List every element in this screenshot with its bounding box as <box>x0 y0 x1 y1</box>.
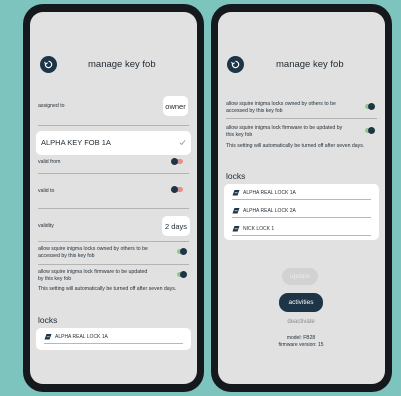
option-firmware-label: allow squire inigma lock firmware to be … <box>226 125 343 138</box>
key-icon <box>232 190 240 196</box>
back-button[interactable] <box>227 56 244 73</box>
phone-right: manage key fob allow squire inigma locks… <box>211 4 392 392</box>
lock-name: ALPHA REAL LOCK 1A <box>55 333 108 340</box>
option-accessed-label: allow squire inigma locks owned by other… <box>226 101 336 114</box>
lock-item[interactable]: ALPHA REAL LOCK 1A <box>44 330 183 343</box>
assigned-value-button[interactable]: owner <box>163 96 188 116</box>
model-text: model: FB28 <box>286 335 316 341</box>
key-icon <box>232 208 240 214</box>
lock-item[interactable]: NICK LOCK 1 <box>232 222 371 235</box>
deactivate-link[interactable]: deactivate <box>276 319 326 325</box>
option-firmware-toggle[interactable] <box>363 127 375 134</box>
phone-left: manage key fob assigned to owner ALPHA K… <box>23 4 204 392</box>
activities-button[interactable]: activities <box>279 293 323 312</box>
checkmark-icon <box>179 140 186 146</box>
lock-name: ALPHA REAL LOCK 2A <box>243 207 296 214</box>
option-firmware-label: allow squire inigma lock firmware to be … <box>38 269 148 282</box>
locks-list: ALPHA REAL LOCK 1A <box>36 328 191 350</box>
option-accessed-toggle[interactable] <box>175 248 187 255</box>
valid-from-label: valid from <box>38 159 61 165</box>
divider <box>226 118 377 119</box>
page-title: manage key fob <box>276 59 344 70</box>
firmware-text: firmware version: 15 <box>278 342 324 348</box>
lock-name: ALPHA REAL LOCK 1A <box>243 189 296 196</box>
lock-item[interactable]: ALPHA REAL LOCK 1A <box>232 186 371 199</box>
locks-list: ALPHA REAL LOCK 1A ALPHA REAL LOCK 2A NI… <box>224 184 379 240</box>
lock-item[interactable]: ALPHA REAL LOCK 2A <box>232 204 371 217</box>
divider <box>232 235 371 236</box>
key-icon <box>44 334 52 340</box>
auto-off-note: This setting will automatically be turne… <box>226 143 365 149</box>
back-button[interactable] <box>40 56 57 73</box>
validity-value-button[interactable]: 2 days <box>162 216 190 236</box>
fob-name-text: ALPHA KEY FOB 1A <box>41 138 111 147</box>
refresh-icon <box>44 60 53 69</box>
divider <box>38 264 189 265</box>
divider <box>44 343 183 344</box>
divider <box>232 199 371 200</box>
divider <box>232 217 371 218</box>
valid-to-toggle[interactable] <box>171 186 183 193</box>
divider <box>38 241 189 242</box>
divider <box>38 173 189 174</box>
page-title: manage key fob <box>88 59 156 70</box>
auto-off-note: This setting will automatically be turne… <box>38 286 177 292</box>
assigned-label: assigned to <box>38 103 65 109</box>
lock-name: NICK LOCK 1 <box>243 225 275 232</box>
fob-name-field[interactable]: ALPHA KEY FOB 1A <box>36 131 191 155</box>
screen-left: manage key fob assigned to owner ALPHA K… <box>30 12 197 384</box>
validity-label: validity <box>38 223 54 229</box>
locks-section-title: locks <box>226 171 246 181</box>
divider <box>38 125 189 126</box>
divider <box>38 208 189 209</box>
option-firmware-toggle[interactable] <box>175 271 187 278</box>
screen-right: manage key fob allow squire inigma locks… <box>218 12 385 384</box>
locks-section-title: locks <box>38 315 58 325</box>
key-icon <box>232 226 240 232</box>
option-accessed-label: allow squire inigma locks owned by other… <box>38 246 148 259</box>
valid-from-toggle[interactable] <box>171 158 183 165</box>
update-button[interactable]: update <box>282 268 318 285</box>
refresh-icon <box>231 60 240 69</box>
valid-to-label: valid to <box>38 188 55 194</box>
option-accessed-toggle[interactable] <box>363 103 375 110</box>
